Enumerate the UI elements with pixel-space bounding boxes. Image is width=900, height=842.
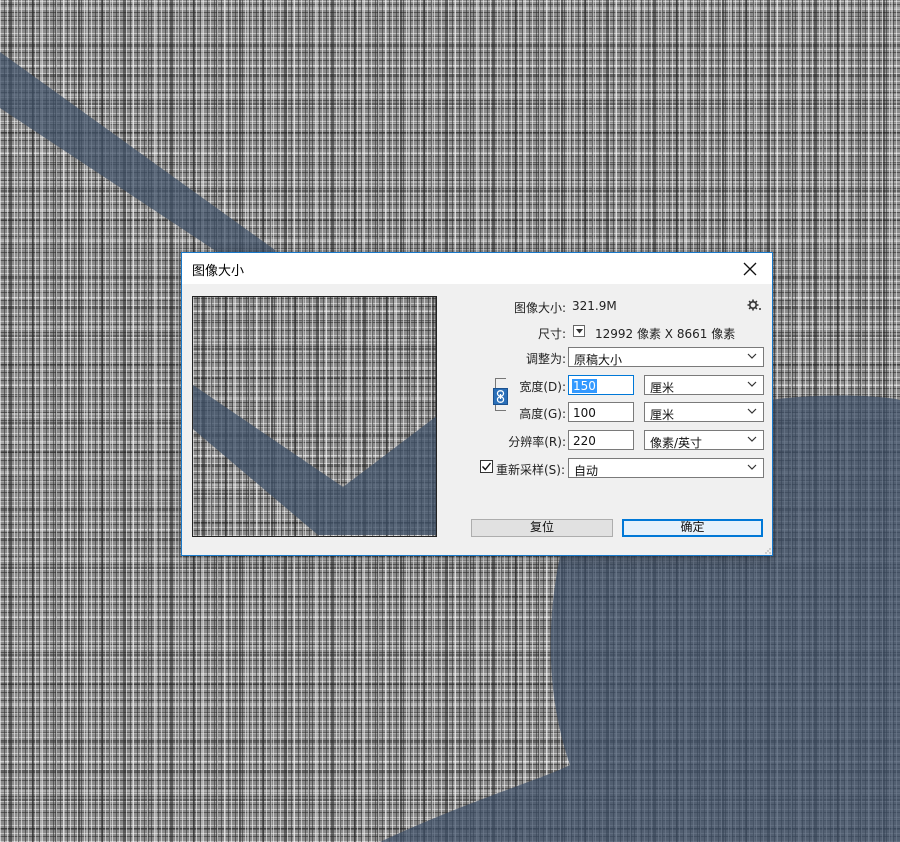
settings-button[interactable] <box>747 298 763 312</box>
image-size-label: 图像大小: <box>513 301 566 315</box>
resample-label: 重新采样(S): <box>496 463 566 477</box>
chevron-down-icon <box>747 436 757 442</box>
image-size-value: 321.9M <box>572 299 617 313</box>
chain-link-icon <box>496 390 505 403</box>
chevron-down-icon <box>747 408 757 414</box>
height-value: 100 <box>573 406 596 420</box>
width-unit-value: 厘米 <box>650 381 675 395</box>
resize-grip-icon[interactable] <box>765 548 771 554</box>
resample-method-select[interactable]: 自动 <box>568 458 764 478</box>
chevron-down-icon <box>747 381 757 387</box>
resolution-label: 分辨率(R): <box>508 435 566 449</box>
height-label: 高度(G): <box>519 407 566 421</box>
image-preview[interactable] <box>192 296 437 537</box>
fit-to-value: 原稿大小 <box>574 353 623 367</box>
height-unit-select[interactable]: 厘米 <box>644 402 764 422</box>
resolution-input[interactable]: 220 <box>568 430 634 450</box>
preview-shapes <box>193 385 436 535</box>
resample-method-value: 自动 <box>574 464 599 478</box>
width-input[interactable]: 150 <box>568 375 634 395</box>
dimensions-label: 尺寸: <box>537 327 566 341</box>
fit-to-label: 调整为: <box>525 352 566 366</box>
ok-button[interactable]: 确定 <box>622 519 763 537</box>
resolution-value: 220 <box>573 434 596 448</box>
chevron-down-icon <box>747 353 757 359</box>
width-value: 150 <box>572 379 597 393</box>
height-input[interactable]: 100 <box>568 402 634 422</box>
dimensions-value: 12992 像素 X 8661 像素 <box>595 327 736 341</box>
resolution-unit-value: 像素/英寸 <box>650 436 703 450</box>
title-bar[interactable]: 图像大小 <box>182 253 772 284</box>
reset-button[interactable]: 复位 <box>471 519 613 537</box>
fit-to-select[interactable]: 原稿大小 <box>568 347 764 367</box>
dialog-title: 图像大小 <box>192 264 245 279</box>
dimensions-unit-dropdown[interactable] <box>573 325 585 337</box>
triangle-down-icon <box>575 328 583 333</box>
height-unit-value: 厘米 <box>650 408 675 422</box>
gear-icon <box>747 299 761 311</box>
resolution-unit-select[interactable]: 像素/英寸 <box>644 430 764 450</box>
checkmark-icon <box>481 462 492 471</box>
chevron-down-icon <box>747 464 757 470</box>
width-unit-select[interactable]: 厘米 <box>644 375 764 395</box>
close-button[interactable] <box>728 253 772 284</box>
close-icon <box>743 262 757 275</box>
image-size-dialog: 图像大小 图像大小: 321.9M 尺寸: 12992 像素 X 8661 像素… <box>181 252 773 556</box>
constrain-proportions-button[interactable] <box>493 388 508 405</box>
width-label: 宽度(D): <box>519 380 566 394</box>
resample-checkbox[interactable] <box>480 460 493 473</box>
